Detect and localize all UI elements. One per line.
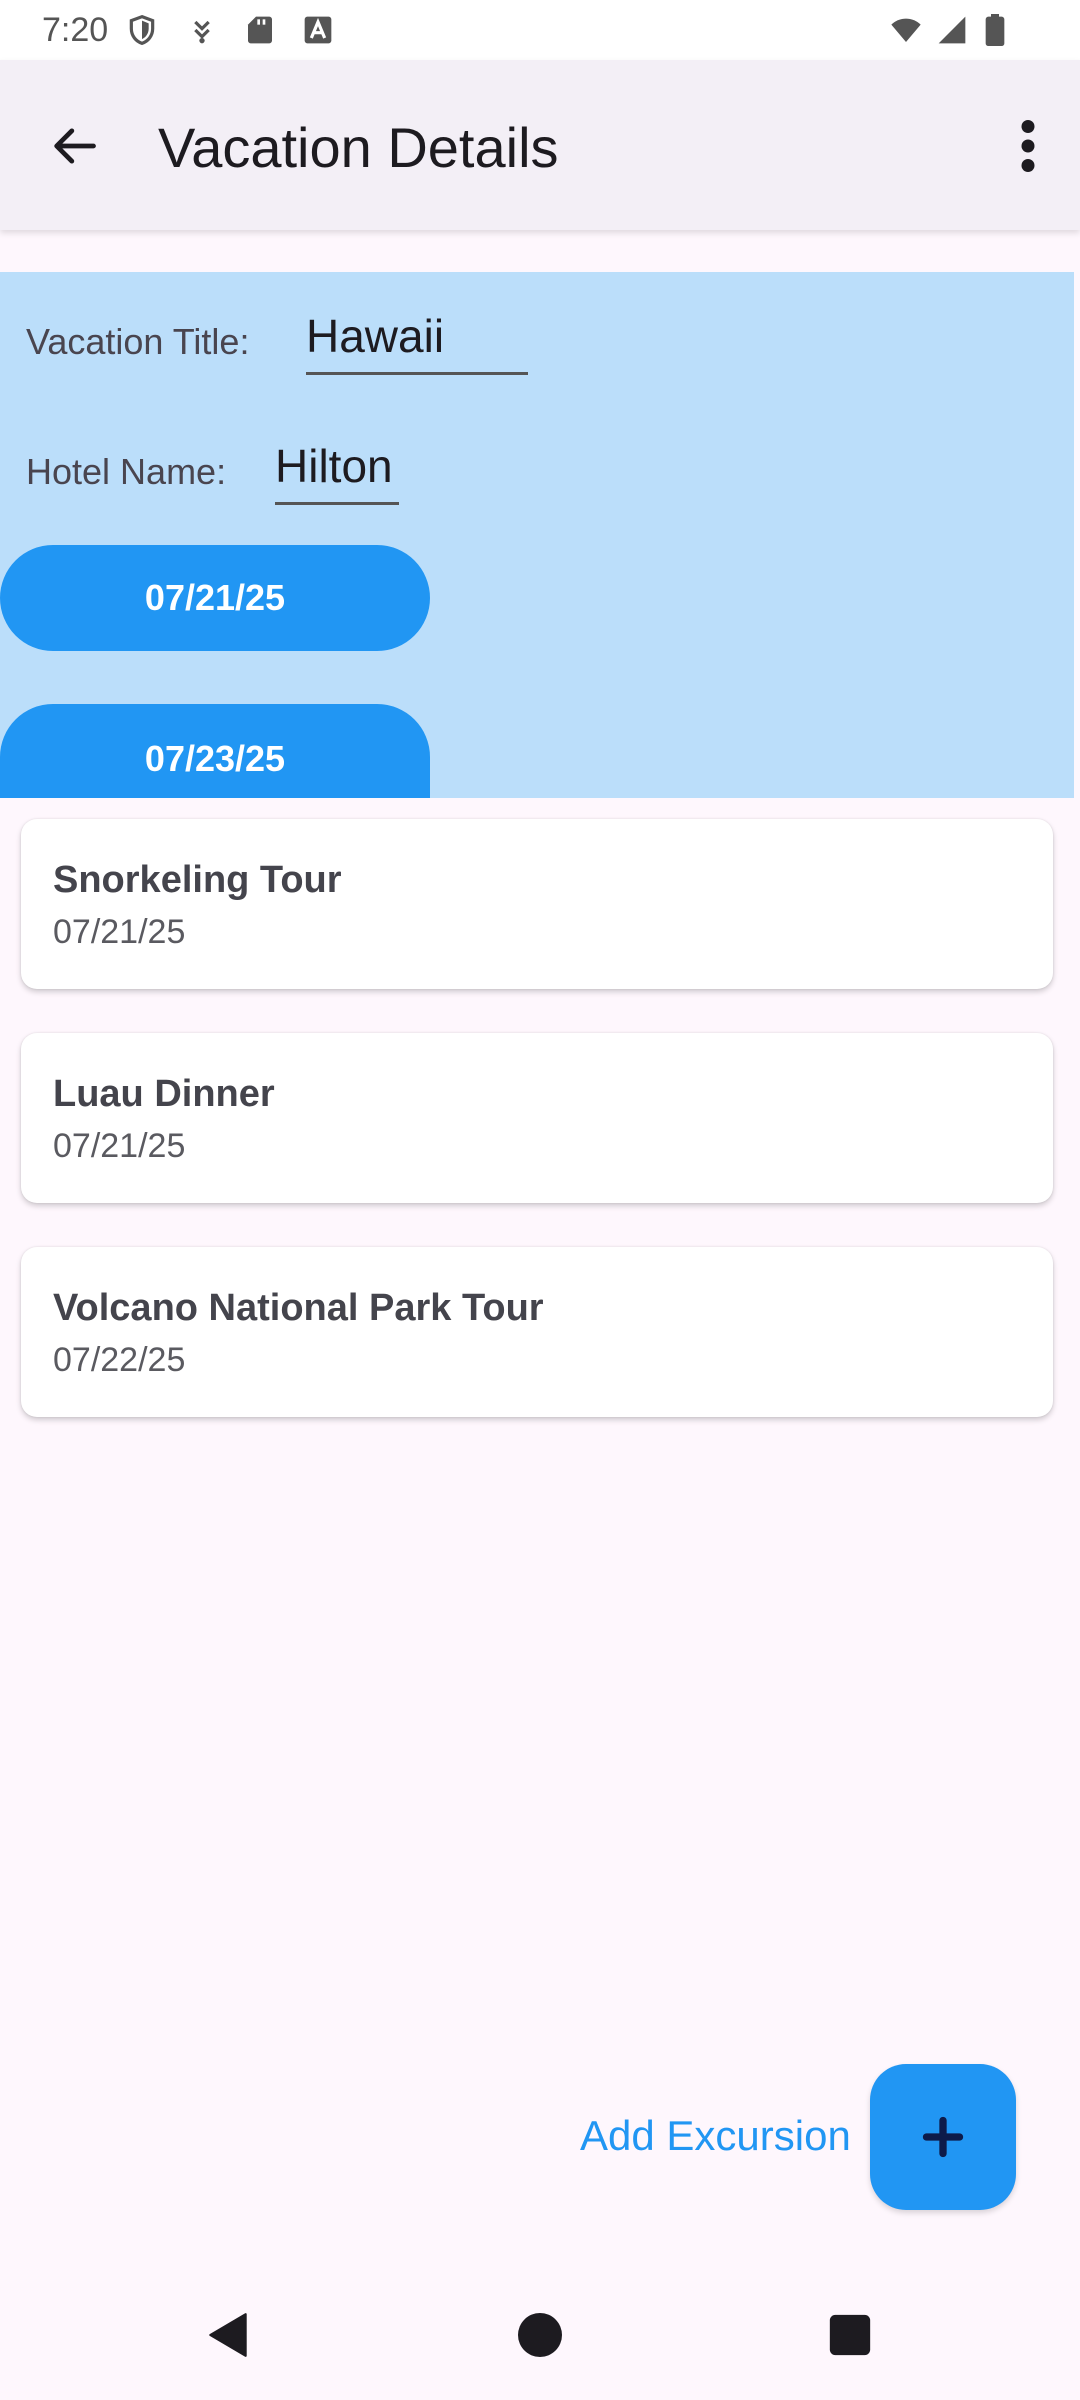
excursion-title: Snorkeling Tour bbox=[53, 859, 342, 901]
sd-card-icon bbox=[248, 16, 272, 44]
nav-back-icon bbox=[209, 2313, 247, 2357]
excursion-item[interactable]: Luau Dinner 07/21/25 bbox=[21, 1033, 1053, 1203]
excursion-title: Volcano National Park Tour bbox=[53, 1287, 544, 1329]
status-time: 7:20 bbox=[42, 11, 109, 49]
overflow-menu-button[interactable] bbox=[998, 112, 1058, 180]
add-excursion-label[interactable]: Add Excursion bbox=[580, 2110, 851, 2162]
excursion-date: 07/22/25 bbox=[53, 1341, 186, 1379]
font-a-icon bbox=[304, 16, 332, 44]
back-button[interactable] bbox=[40, 112, 108, 180]
wifi-icon bbox=[891, 18, 921, 42]
vacation-title-label: Vacation Title: bbox=[26, 321, 250, 362]
nav-home-icon bbox=[518, 2313, 562, 2357]
end-date-button[interactable]: 07/23/25 bbox=[0, 704, 430, 798]
battery-icon bbox=[985, 14, 1005, 46]
app-bar: Vacation Details bbox=[0, 60, 1080, 230]
excursion-date: 07/21/25 bbox=[53, 1127, 186, 1165]
vacation-title-input[interactable] bbox=[306, 308, 528, 375]
nav-recents-icon bbox=[829, 2314, 871, 2356]
excursion-item[interactable]: Snorkeling Tour 07/21/25 bbox=[21, 819, 1053, 989]
nav-home-button[interactable] bbox=[505, 2300, 575, 2370]
hotel-name-input[interactable] bbox=[275, 438, 399, 505]
shield-icon bbox=[129, 14, 155, 46]
signal-icon bbox=[938, 16, 966, 44]
vacation-details-panel: Vacation Title: Hotel Name: 07/21/25 07/… bbox=[0, 272, 1074, 798]
hotel-name-label: Hotel Name: bbox=[26, 451, 227, 492]
excursion-title: Luau Dinner bbox=[53, 1073, 275, 1115]
start-date-button[interactable]: 07/21/25 bbox=[0, 545, 430, 651]
page-title: Vacation Details bbox=[158, 116, 559, 179]
arrow-back-icon bbox=[54, 128, 96, 164]
nav-back-button[interactable] bbox=[194, 2300, 264, 2370]
nav-recents-button[interactable] bbox=[815, 2300, 885, 2370]
system-nav-bar bbox=[0, 2270, 1080, 2400]
status-bar: 7:20 bbox=[0, 0, 1080, 60]
usb-debug-icon bbox=[194, 20, 210, 44]
more-vert-icon bbox=[1021, 120, 1035, 172]
add-excursion-button[interactable] bbox=[870, 2064, 1016, 2210]
plus-icon bbox=[922, 2116, 964, 2158]
excursion-item[interactable]: Volcano National Park Tour 07/22/25 bbox=[21, 1247, 1053, 1417]
excursion-date: 07/21/25 bbox=[53, 913, 186, 951]
